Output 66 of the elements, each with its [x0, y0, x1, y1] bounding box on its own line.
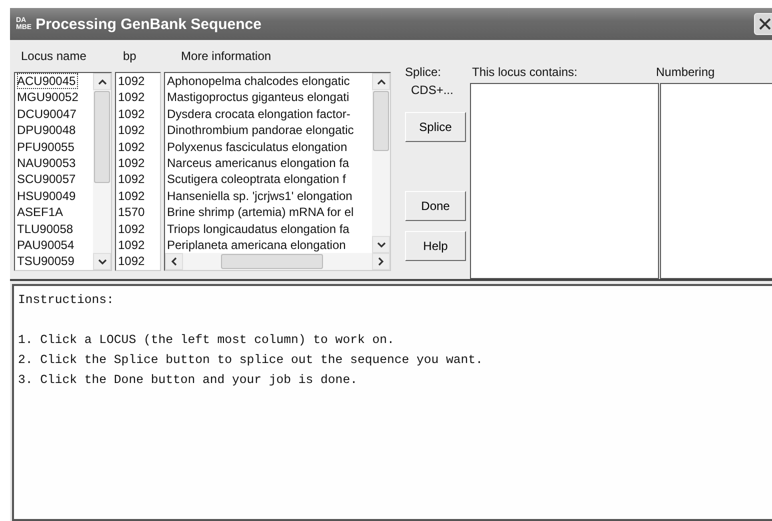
contents-list[interactable] — [470, 83, 659, 279]
close-button[interactable] — [754, 13, 772, 35]
instruction-line: 3. Click the Done button and your job is done. — [18, 372, 358, 389]
numbering-label: Numbering — [656, 65, 716, 78]
bp-item[interactable]: 1092 — [118, 154, 160, 172]
contains-label: This locus contains: — [472, 65, 578, 78]
locus-item[interactable]: HSU90049 — [17, 188, 93, 204]
scroll-left-icon[interactable] — [171, 257, 177, 266]
splice-button[interactable]: Splice — [405, 112, 466, 142]
window-title: Processing GenBank Sequence — [36, 16, 262, 32]
locus-item[interactable]: ACU90045 — [17, 73, 78, 90]
splice-label: Splice: — [405, 65, 442, 79]
locus-item[interactable]: TSU90059 — [17, 253, 93, 270]
info-item[interactable]: Narceus americanus elongation fa — [167, 154, 372, 172]
info-item[interactable]: Periplaneta americana elongation — [167, 236, 372, 254]
bp-item[interactable]: 1092 — [118, 253, 160, 270]
locus-item[interactable]: MGU90052 — [17, 89, 93, 106]
scrollbar[interactable] — [93, 73, 111, 270]
scroll-right-icon[interactable] — [378, 257, 384, 266]
locus-item[interactable]: PAU90054 — [17, 236, 93, 254]
scroll-up-icon[interactable] — [376, 78, 386, 84]
instruction-line: 2. Click the Splice button to splice out the sequence you want. — [18, 352, 484, 369]
bp-item[interactable]: 1092 — [118, 73, 160, 90]
locus-item[interactable]: NAU90053 — [17, 154, 93, 172]
info-item[interactable]: Aphonopelma chalcodes elongatic — [167, 73, 372, 90]
bp-item[interactable]: 1092 — [118, 171, 160, 188]
scroll-down-icon[interactable] — [376, 242, 386, 248]
scroll-down-icon[interactable] — [98, 258, 106, 264]
bp-item[interactable]: 1570 — [118, 204, 160, 221]
locus-item[interactable]: SCU90057 — [17, 171, 93, 188]
instructions-text-area[interactable]: Instructions: 1. Click a LOCUS (the left most column) to work on. 2. Click the Splice button to splice out the sequence you want. 3. Click the Done button and your job is done. — [12, 284, 772, 521]
instructions-heading: Instructions: — [18, 292, 115, 309]
info-item[interactable]: Hanseniella sp. 'jcrjws1' elongation — [167, 188, 372, 204]
info-item[interactable]: Scutigera coleoptrata elongation f — [167, 171, 372, 188]
scrollbar[interactable] — [372, 73, 390, 253]
bp-item[interactable]: 1092 — [118, 89, 160, 106]
scrollbar[interactable] — [165, 253, 390, 270]
info-item[interactable]: Brine shrimp (artemia) mRNA for el — [167, 204, 372, 221]
scroll-up-icon[interactable] — [98, 78, 106, 84]
done-button[interactable]: Done — [405, 191, 466, 221]
info-list[interactable] — [164, 72, 391, 271]
info-item[interactable]: Dysdera crocata elongation factor- — [167, 106, 372, 122]
instruction-line: 1. Click a LOCUS (the left most column) to work on. — [18, 332, 396, 349]
info-item[interactable]: Mastigoproctus giganteus elongati — [167, 89, 372, 106]
bp-item[interactable]: 1092 — [118, 122, 160, 139]
bp-list[interactable]: 1092 1092 1092 1092 1092 1092 1092 1092 1570 1092 1092 1092 — [115, 72, 161, 271]
locus-item[interactable]: PFU90055 — [17, 138, 93, 155]
bp-item[interactable]: 1092 — [118, 220, 160, 237]
info-item[interactable]: Polyxenus fasciculatus elongation — [167, 138, 372, 155]
column-header: bp — [123, 49, 138, 63]
splice-value: CDS+... — [411, 83, 454, 97]
locus-list[interactable]: ACU90045 MGU90052 DCU90047 DPU90048 PFU90055 NAU90053 SCU90057 HSU90049 ASEF1A TLU90058 PAU90054 TSU90059 — [14, 72, 112, 271]
locus-item[interactable]: DPU90048 — [17, 122, 93, 139]
bp-item[interactable]: 1092 — [118, 188, 160, 204]
bp-item[interactable]: 1092 — [118, 138, 160, 155]
column-header: More information — [181, 49, 272, 63]
bp-item[interactable]: 1092 — [118, 106, 160, 122]
info-item[interactable]: Dinothrombium pandorae elongatic — [167, 122, 372, 139]
locus-item[interactable]: ASEF1A — [17, 204, 93, 221]
locus-item[interactable]: DCU90047 — [17, 106, 93, 122]
column-header: Locus name — [21, 49, 88, 63]
close-icon — [758, 17, 772, 31]
bp-item[interactable]: 1092 — [118, 236, 160, 254]
locus-item[interactable]: TLU90058 — [17, 220, 93, 237]
info-item[interactable]: Triops longicaudatus elongation fa — [167, 220, 372, 237]
help-button[interactable]: Help — [405, 231, 466, 261]
